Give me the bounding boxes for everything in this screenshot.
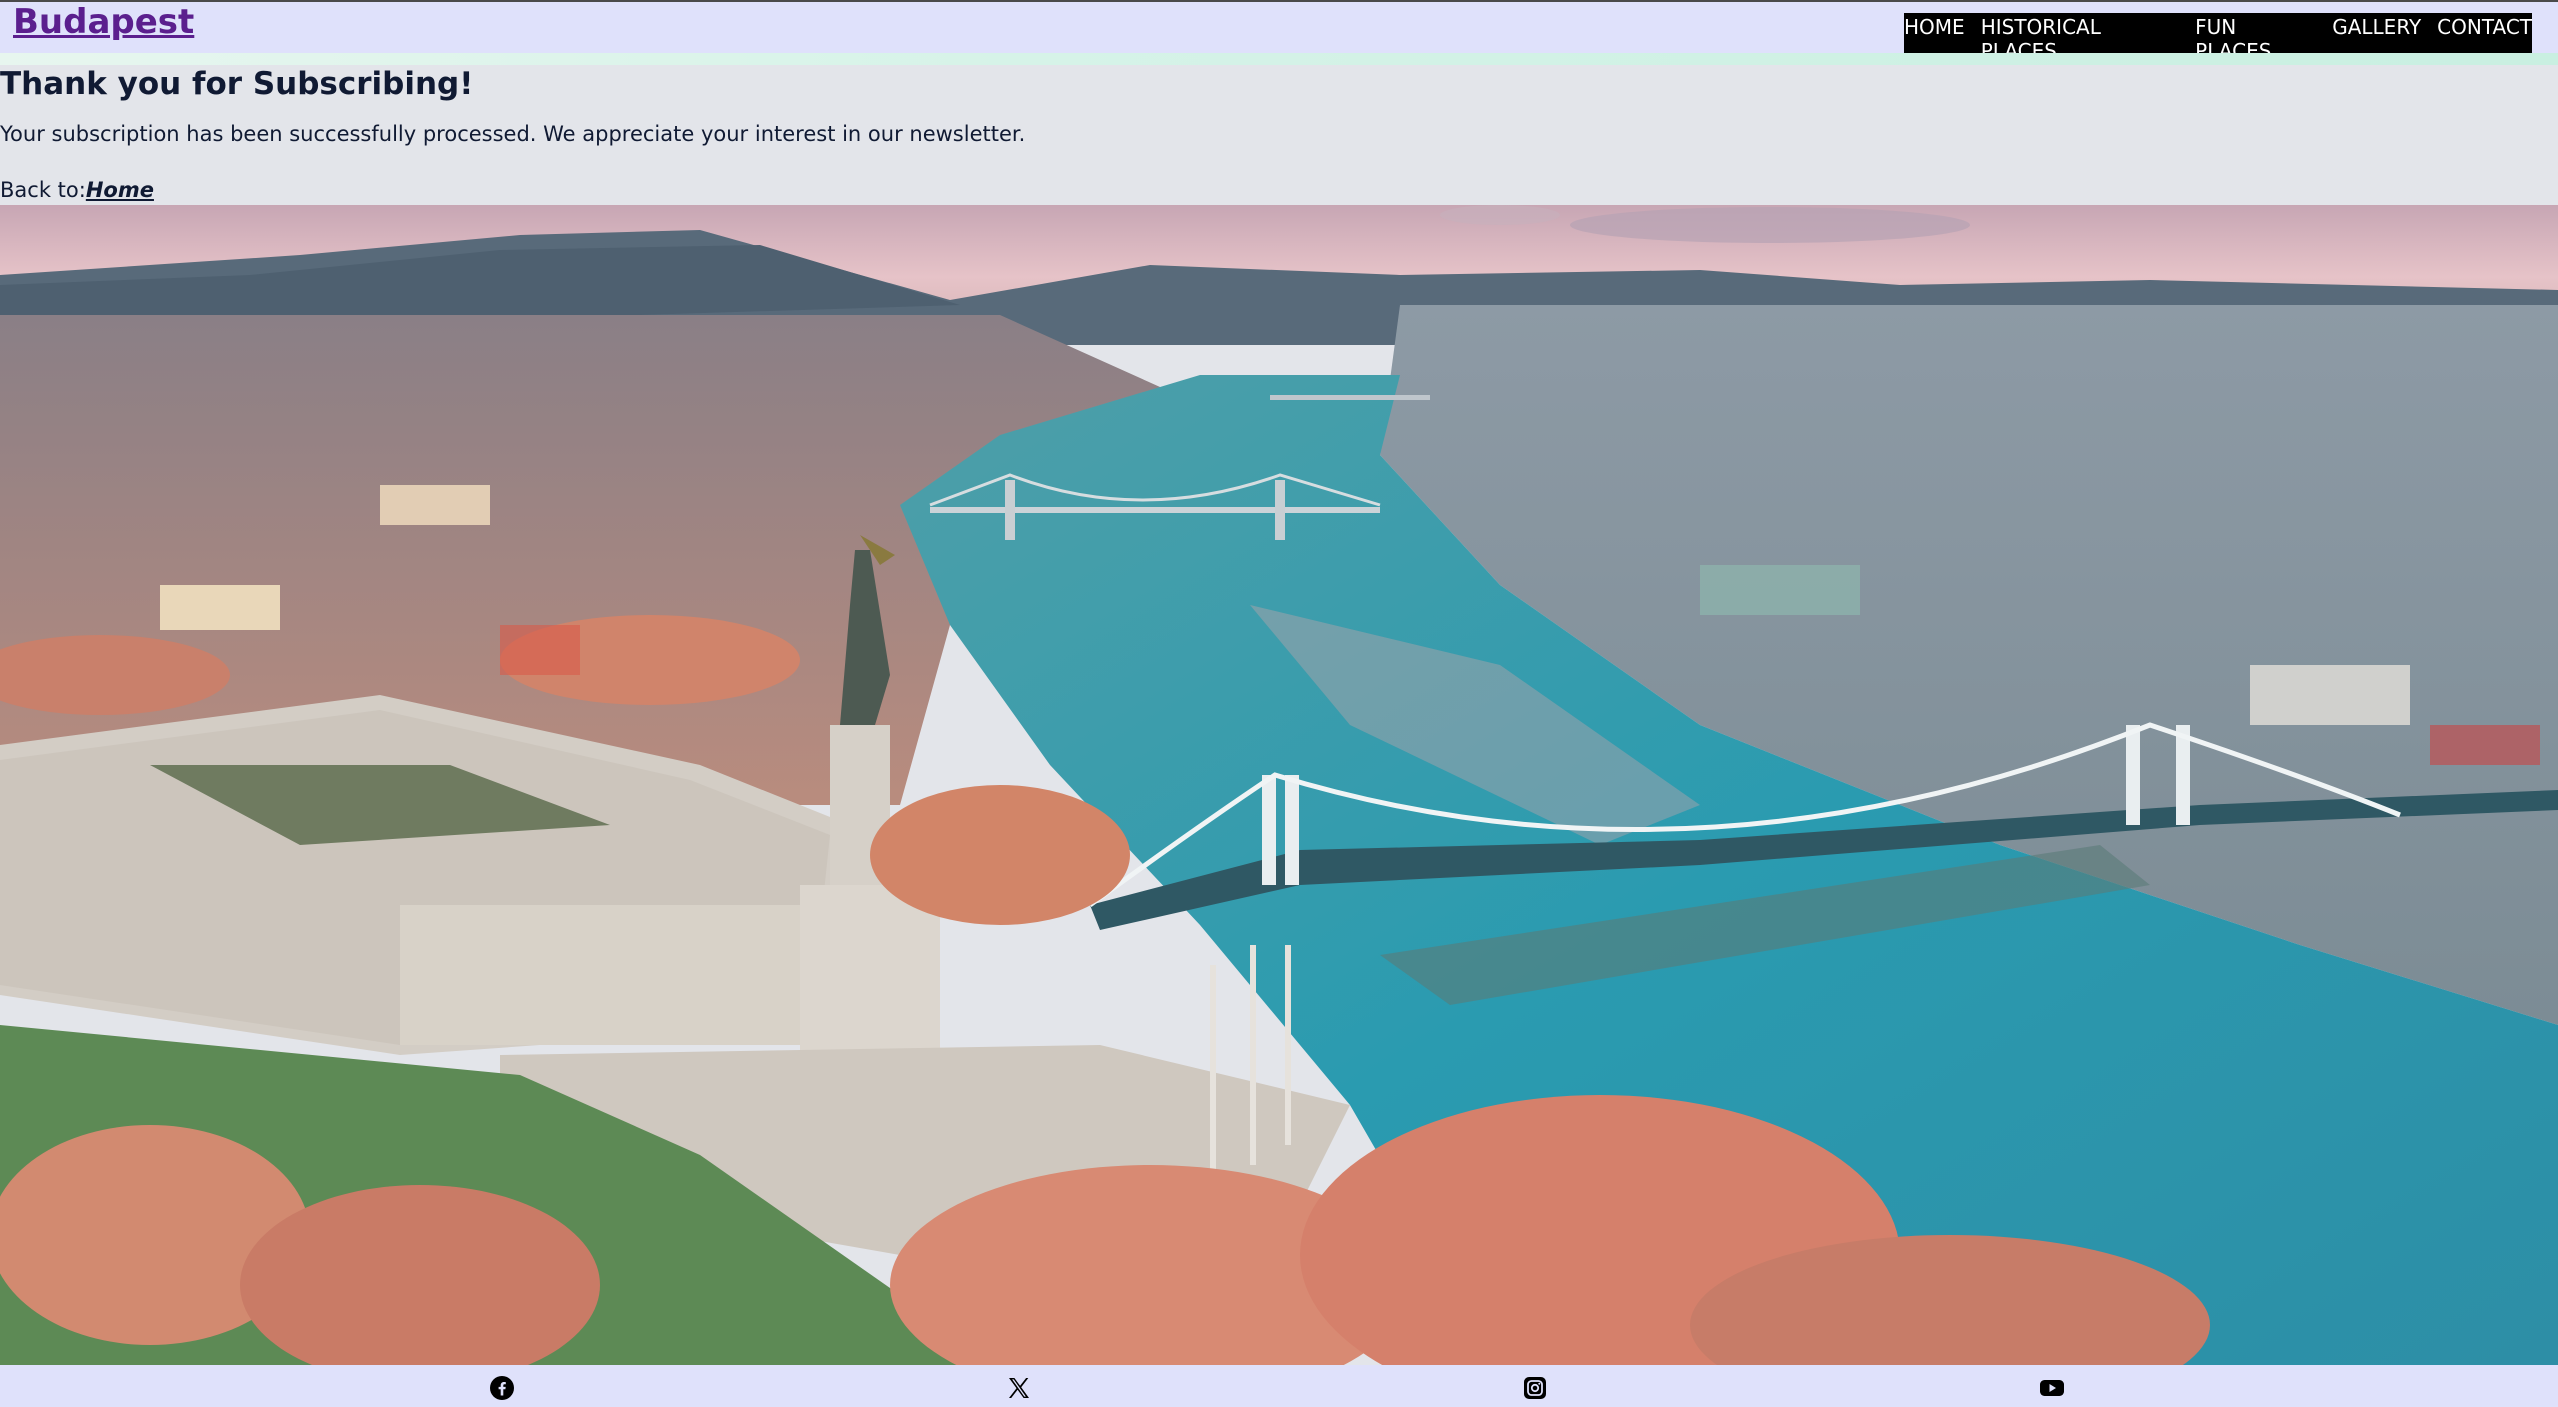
confirmation-message: Your subscription has been successfully …	[0, 122, 1026, 146]
back-home-link[interactable]: Home	[86, 178, 154, 202]
facebook-icon	[490, 1376, 514, 1400]
page-title: Thank you for Subscribing!	[0, 66, 474, 102]
youtube-icon	[2040, 1380, 2064, 1396]
nav-home[interactable]: HOME	[1904, 15, 1965, 39]
nav-contact[interactable]: CONTACT	[2437, 15, 2532, 39]
confirmation-section: Thank you for Subscribing! Your subscrip…	[0, 65, 2558, 205]
instagram-icon	[1524, 1377, 1546, 1399]
x-icon	[1009, 1378, 1029, 1398]
back-line: Back to:Home	[0, 177, 154, 203]
instagram-link[interactable]	[1522, 1375, 1548, 1401]
youtube-link[interactable]	[2039, 1375, 2065, 1401]
facebook-link[interactable]	[489, 1375, 515, 1401]
back-prefix: Back to:	[0, 178, 86, 202]
budapest-aerial-photo	[0, 205, 2558, 1365]
x-link[interactable]	[1006, 1375, 1032, 1401]
hero-image	[0, 205, 2558, 1365]
header-accent-strip	[0, 53, 2558, 65]
site-footer	[0, 1365, 2558, 1407]
nav-gallery[interactable]: GALLERY	[2332, 15, 2421, 39]
site-header: Budapest HOME HISTORICAL PLACES FUN PLAC…	[0, 2, 2558, 63]
main-nav: HOME HISTORICAL PLACES FUN PLACES GALLER…	[1904, 13, 2532, 63]
brand-link[interactable]: Budapest	[13, 2, 194, 42]
